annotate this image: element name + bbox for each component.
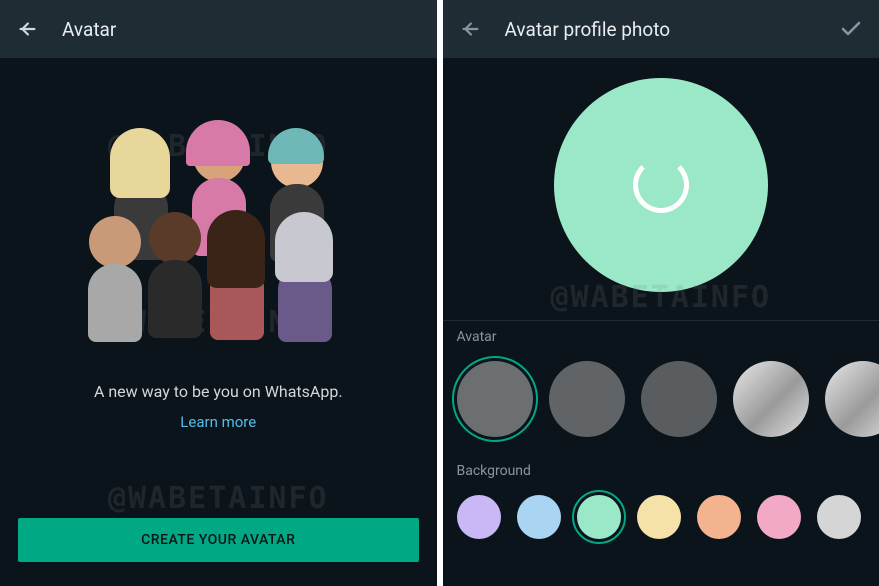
create-avatar-button[interactable]: CREATE YOUR AVATAR — [18, 518, 419, 562]
screen-title: Avatar — [62, 18, 421, 41]
screen-title: Avatar profile photo — [505, 18, 816, 41]
header: Avatar profile photo — [443, 0, 879, 58]
content: @WABETAINFO @WABETAINFO @WABETAINFO — [0, 58, 437, 586]
background-swatch[interactable] — [637, 495, 681, 539]
background-swatch[interactable] — [517, 495, 561, 539]
preview-circle — [554, 78, 768, 292]
background-section-label: Background — [443, 455, 879, 485]
background-swatch[interactable] — [577, 495, 621, 539]
avatar-swatch[interactable] — [641, 361, 717, 437]
background-swatch[interactable] — [697, 495, 741, 539]
background-swatch[interactable] — [817, 495, 861, 539]
confirm-check-icon[interactable] — [839, 17, 863, 41]
avatar-hero: A new way to be you on WhatsApp. Learn m… — [18, 68, 419, 496]
back-arrow-icon[interactable] — [459, 18, 481, 40]
avatar-swatch[interactable] — [825, 361, 879, 437]
header: Avatar — [0, 0, 437, 58]
avatar-preview — [443, 58, 879, 320]
background-swatch-row — [443, 485, 879, 557]
background-swatch[interactable] — [457, 495, 501, 539]
background-swatch[interactable] — [757, 495, 801, 539]
avatar-swatch[interactable] — [457, 361, 533, 437]
learn-more-link[interactable]: Learn more — [180, 413, 256, 431]
back-arrow-icon[interactable] — [16, 18, 38, 40]
avatar-swatch[interactable] — [733, 361, 809, 437]
avatar-section-label: Avatar — [443, 321, 879, 351]
tagline-text: A new way to be you on WhatsApp. — [94, 382, 343, 401]
avatar-swatch[interactable] — [549, 361, 625, 437]
loading-spinner-icon — [633, 157, 689, 213]
avatar-profile-photo-screen: Avatar profile photo Avatar Background @… — [443, 0, 879, 586]
avatar-swatch-row — [443, 351, 879, 455]
avatar-group-illustration — [88, 134, 348, 344]
avatar-intro-screen: Avatar @WABETAINFO @WABETAINFO @WABETAIN… — [0, 0, 437, 586]
